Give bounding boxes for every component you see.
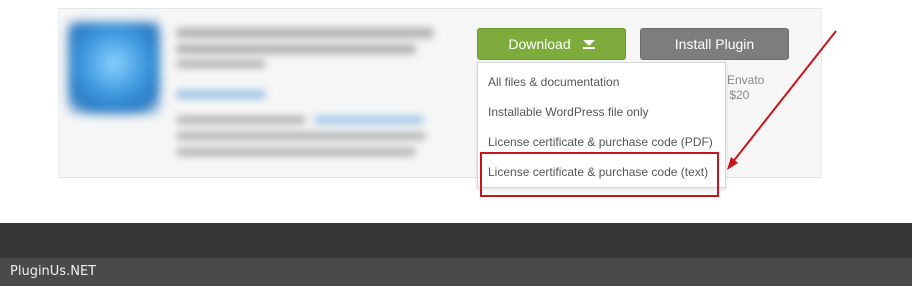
blurred-author-link [176,90,266,99]
blurred-meta-link [314,116,424,124]
download-caret-icon [582,39,595,49]
download-button-label: Download [508,36,571,52]
price-text-fragment: r $20 [722,88,750,102]
dropdown-item-all-files[interactable]: All files & documentation [488,75,619,89]
dropdown-item-license-text[interactable]: License certificate & purchase code (tex… [488,165,708,179]
plugin-thumbnail [68,22,160,114]
install-plugin-label: Install Plugin [674,36,755,52]
download-dropdown-menu: All files & documentation Installable Wo… [477,62,726,188]
envato-text-fragment: Envato [727,73,765,87]
install-plugin-button[interactable]: Install Plugin [640,28,789,60]
dropdown-item-wordpress-file[interactable]: Installable WordPress file only [488,105,649,119]
blurred-meta-line-3 [176,148,416,156]
footer-bottom-band [0,258,912,286]
dropdown-item-license-pdf[interactable]: License certificate & purchase code (PDF… [488,135,713,149]
download-button[interactable]: Download [477,28,626,60]
blurred-meta-line-1 [176,116,306,124]
blurred-meta-line-2 [176,132,426,140]
blurred-title-line-2 [176,44,416,54]
blurred-title-line-3 [176,60,266,68]
footer-top-band [0,223,912,258]
blurred-title-line-1 [176,28,434,38]
footer-brand: PluginUs.NET [10,264,97,279]
